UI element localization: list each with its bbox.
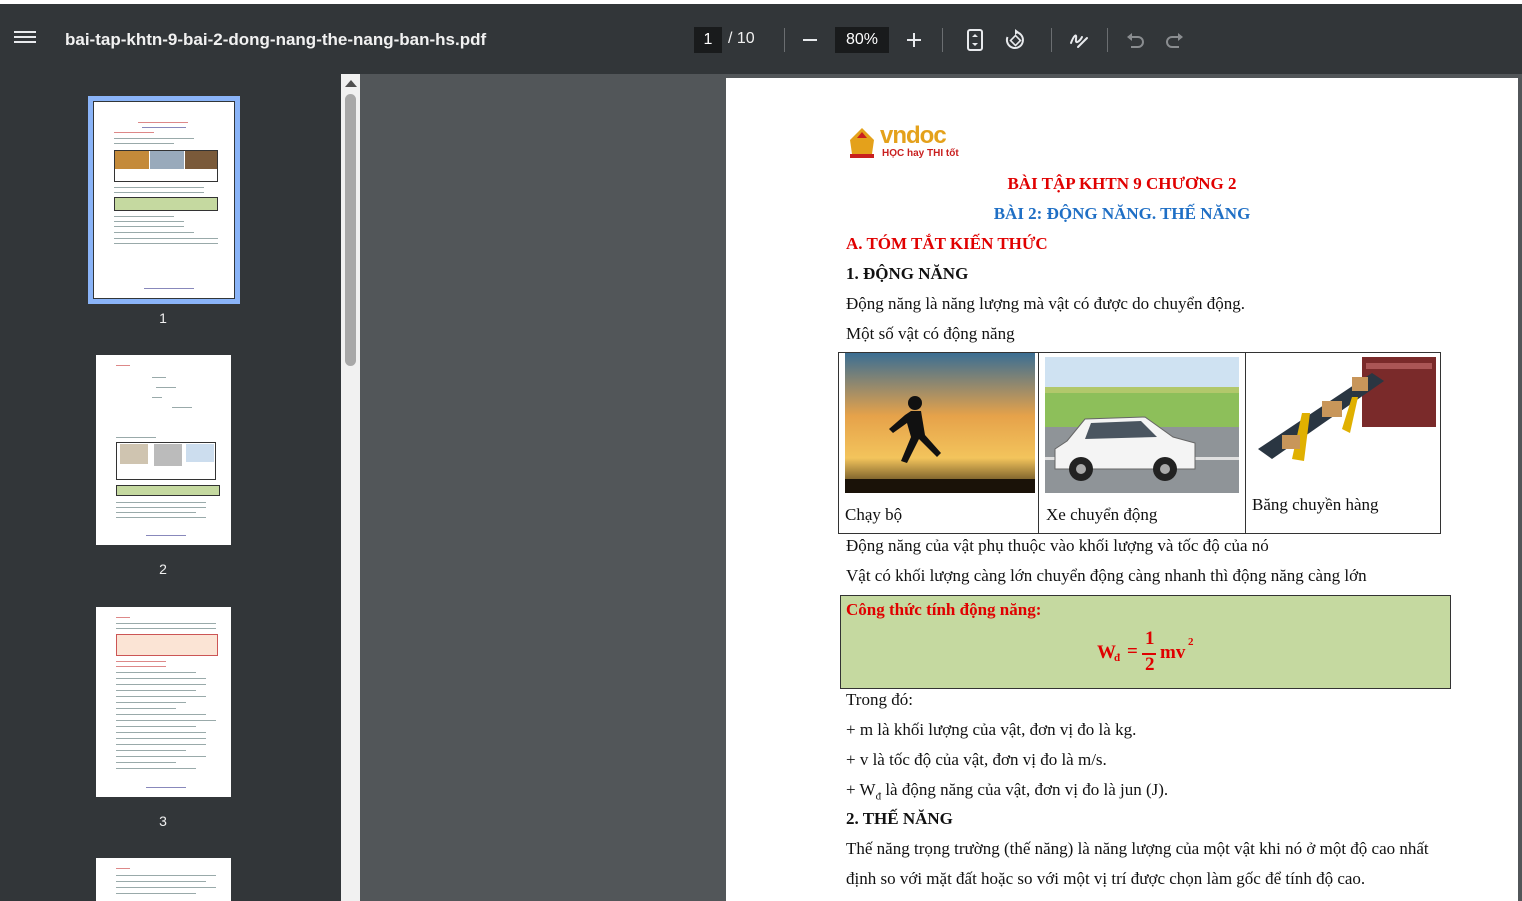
kinetic-depends: Động năng của vật phụ thuộc vào khối lượ… [846,536,1269,555]
example-caption: Băng chuyền hàng [1252,495,1379,514]
formula-denominator: 2 [1145,654,1155,675]
rotate-button[interactable] [1001,26,1029,54]
scroll-up-arrow-icon[interactable] [345,80,357,87]
bullet-energy: + Wđ là động năng của vật, đơn vị đo là … [846,780,1168,802]
file-title: bai-tap-khtn-9-bai-2-dong-nang-the-nang-… [65,30,487,49]
example-cell-conveyor: Băng chuyền hàng [1246,353,1440,533]
where-label: Trong đó: [846,690,913,709]
scrollbar-thumb[interactable] [345,94,356,366]
divider [1107,28,1108,52]
bullet-speed: + v là tốc độ của vật, đơn vị đo là m/s. [846,750,1107,769]
zoom-input[interactable]: 80% [835,27,889,53]
example-cell-car: Xe chuyển động [1039,353,1246,533]
bullet-energy-prefix: + W [846,780,876,799]
zoom-in-button[interactable] [900,26,928,54]
logo-text: vndoc [880,122,947,149]
fit-page-button[interactable] [961,26,989,54]
undo-button[interactable] [1121,26,1149,54]
page-total: / 10 [728,30,755,47]
divider [784,28,785,52]
page-number-input[interactable]: 1 [694,27,722,53]
heading-kinetic-energy: 1. ĐỘNG NĂNG [846,264,969,283]
formula-equals: = [1127,641,1138,662]
doc-title: BÀI TẬP KHTN 9 CHƯƠNG 2 [1007,174,1237,193]
thumbnail-page-2[interactable] [96,355,231,545]
example-cell-running: Chạy bộ [839,353,1039,533]
divider [1051,28,1052,52]
formula-title: Công thức tính động năng: [846,600,1042,619]
logo-slogan: HỌC hay THI tốt [882,148,959,159]
section-a-heading: A. TÓM TẮT KIẾN THỨC [846,234,1048,253]
formula-subscript: đ [1114,652,1121,664]
examples-table: Chạy bộ Xe chuyển động Băng chuyền hàng [838,352,1441,534]
redo-button[interactable] [1161,26,1189,54]
heading-potential-energy: 2. THẾ NĂNG [846,809,953,828]
formula-numerator: 1 [1145,628,1155,649]
formula-power: 2 [1188,636,1194,648]
rotate-icon [1005,29,1024,49]
pdf-page: vndoc HỌC hay THI tốt BÀI TẬP KHTN 9 CHƯ… [726,78,1518,901]
example-caption: Xe chuyển động [1046,505,1158,524]
potential-definition-line-2: định so với mặt đất hoặc so với một vị t… [846,869,1366,888]
conveyor-image [1252,353,1436,471]
thumbnail-number: 2 [159,561,167,577]
vndoc-logo: vndoc HỌC hay THI tốt [844,122,964,162]
annotate-icon [1070,34,1088,48]
undo-icon [1127,33,1144,48]
plus-icon [907,33,921,47]
annotate-button[interactable] [1065,26,1093,54]
runner-image [845,353,1035,493]
fit-page-icon [967,29,983,51]
car-image [1045,357,1239,493]
doc-subtitle: BÀI 2: ĐỘNG NĂNG. THẾ NĂNG [993,204,1251,223]
sidebar-scrollbar[interactable] [341,74,360,901]
bullet-energy-text: là động năng của vật, đơn vị đo là jun (… [881,780,1169,799]
thumbnail-number: 3 [159,813,167,829]
formula-box: Công thức tính động năng: W đ = 1 2 mv 2 [840,595,1451,689]
thumbnail-page-3[interactable] [96,607,231,797]
kinetic-energy-formula: W đ = 1 2 mv 2 [1097,628,1217,678]
menu-icon[interactable] [14,28,36,50]
logo-emblem-icon [850,128,874,158]
kinetic-relation: Vật có khối lượng càng lớn chuyển động c… [846,566,1367,585]
thumbnail-number: 1 [159,310,167,326]
thumbnail-page-4[interactable] [96,858,231,901]
example-caption: Chạy bộ [845,505,903,524]
kinetic-definition: Động năng là năng lượng mà vật có được d… [846,294,1245,313]
redo-icon [1166,33,1183,48]
formula-rhs: mv [1160,642,1186,663]
divider [942,28,943,52]
bullet-mass: + m là khối lượng của vật, đơn vị đo là … [846,720,1137,739]
window-top-strip [0,0,1522,4]
toolbar: bai-tap-khtn-9-bai-2-dong-nang-the-nang-… [0,0,1522,74]
potential-definition-line-1: Thế năng trọng trường (thế năng) là năng… [846,839,1429,858]
thumbnail-page-1[interactable] [88,96,240,304]
thumbnail-sidebar: 1 2 3 [0,74,358,901]
zoom-out-button[interactable] [796,26,824,54]
minus-icon [803,39,817,41]
examples-intro: Một số vật có động năng [846,324,1015,343]
